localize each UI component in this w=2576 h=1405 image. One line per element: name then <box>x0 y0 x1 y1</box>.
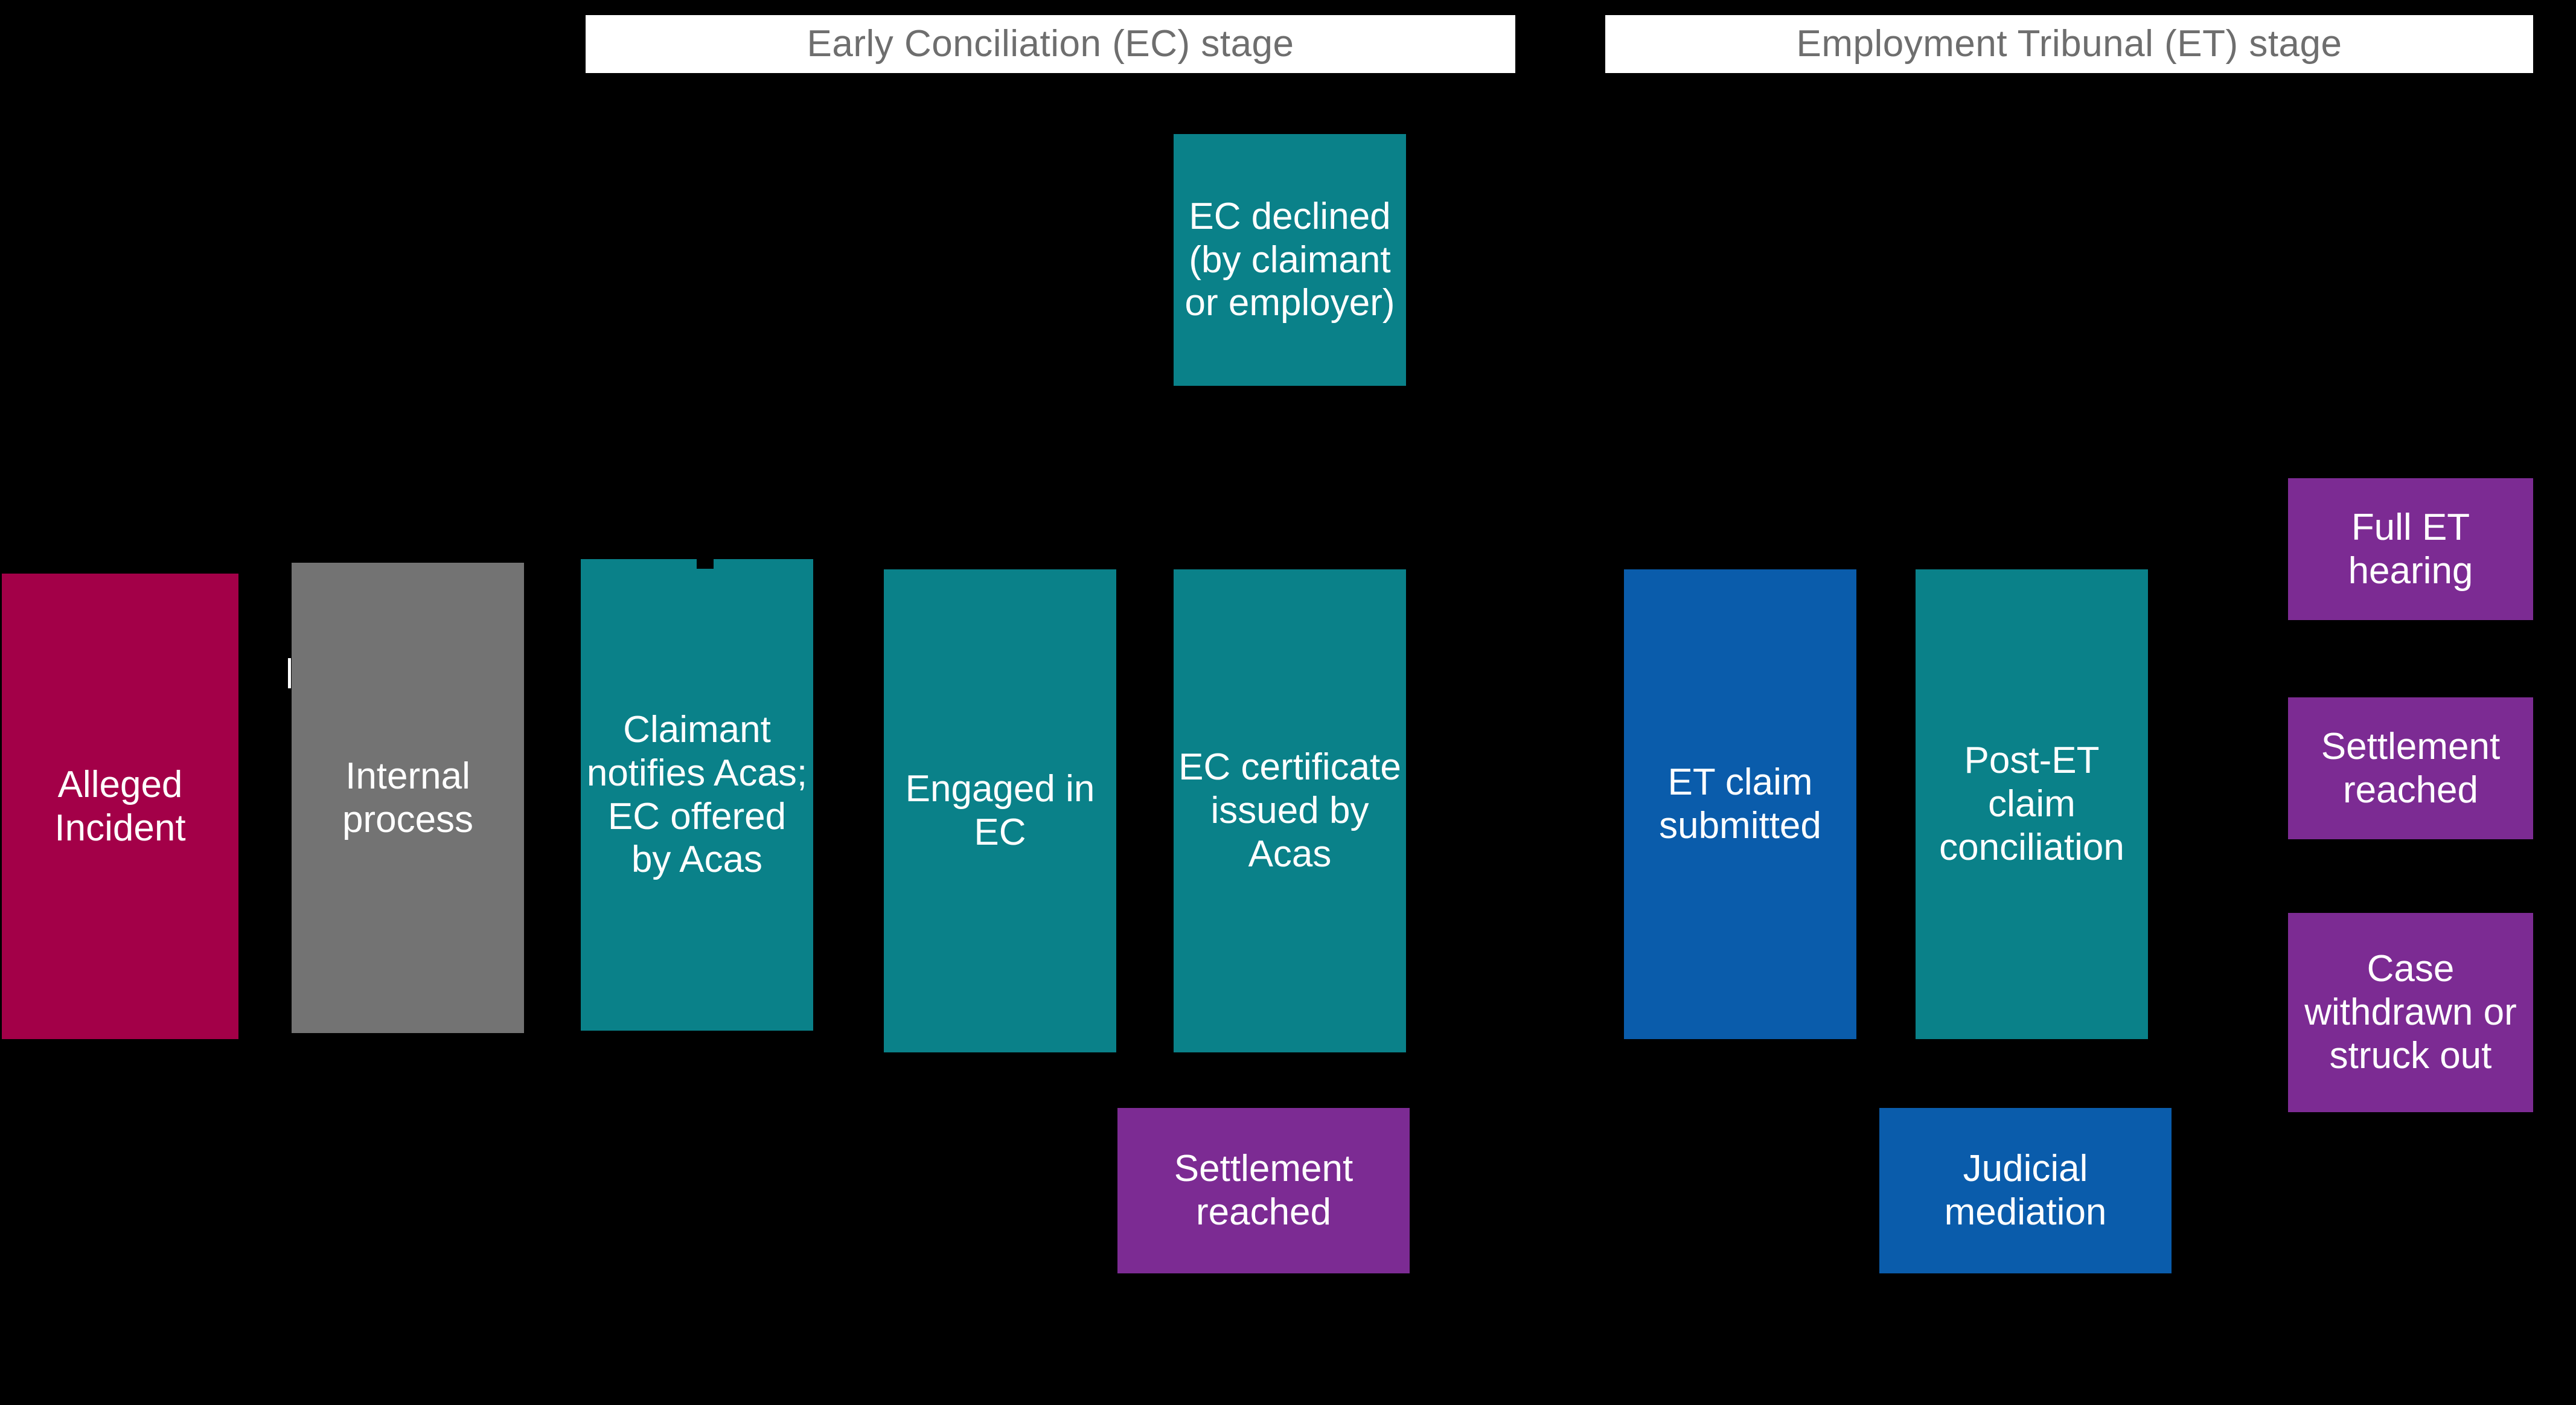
node-claimant-notifies-acas[interactable]: Claimant notifies Acas; EC offered by Ac… <box>581 559 813 1031</box>
node-case-withdrawn-or-struck-out[interactable]: Case withdrawn or struck out <box>2288 913 2533 1112</box>
node-internal-process[interactable]: Internal process <box>292 563 524 1033</box>
node-ec-certificate[interactable]: EC certificate issued by Acas <box>1174 569 1406 1052</box>
node-et-claim-submitted[interactable]: ET claim submitted <box>1624 569 1856 1039</box>
node-ec-declined[interactable]: EC declined (by claimant or employer) <box>1174 134 1406 386</box>
node-post-et-claim-conciliation[interactable]: Post-ET claim conciliation <box>1916 569 2148 1039</box>
node-settlement-reached-et[interactable]: Settlement reached <box>2288 697 2533 839</box>
node-full-et-hearing[interactable]: Full ET hearing <box>2288 478 2533 620</box>
flowchart-canvas: Early Conciliation (EC) stage Employment… <box>0 0 2576 1405</box>
stage-banner-et: Employment Tribunal (ET) stage <box>1605 15 2533 73</box>
connector-notch-claimant <box>697 559 714 569</box>
stage-banner-ec: Early Conciliation (EC) stage <box>586 15 1515 73</box>
node-engaged-in-ec[interactable]: Engaged in EC <box>884 569 1116 1052</box>
node-alleged-incident[interactable]: Alleged Incident <box>2 574 238 1039</box>
node-judicial-mediation[interactable]: Judicial mediation <box>1879 1108 2172 1273</box>
connector-tick-internal <box>288 658 291 688</box>
node-settlement-reached-ec[interactable]: Settlement reached <box>1117 1108 1410 1273</box>
